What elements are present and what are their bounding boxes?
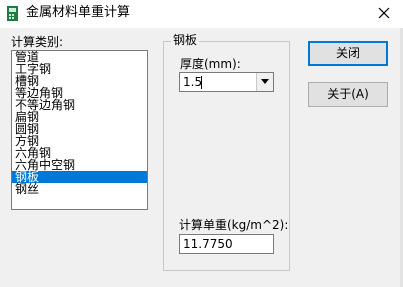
app-icon [7,6,18,21]
thickness-combobox[interactable]: 1.5 [179,72,274,92]
group-title: 钢板 [171,33,200,47]
title-bar: 金属材料单重计算 [0,0,403,28]
unit-weight-label: 计算单重(kg/m^2): [179,218,289,232]
unit-weight-field[interactable]: 11.7750 [179,234,274,254]
close-button[interactable]: 关闭 [308,41,388,66]
thickness-label: 厚度(mm): [180,57,241,71]
list-item[interactable]: 钢丝 [12,183,147,195]
window-title: 金属材料单重计算 [26,5,131,20]
dropdown-button[interactable] [256,73,273,91]
unit-weight-value: 11.7750 [183,237,233,251]
category-label: 计算类别: [11,35,64,49]
text-caret [201,76,202,89]
about-button[interactable]: 关于(A) [308,82,388,107]
category-list[interactable]: 管道 工字钢 槽钢 等边角钢 不等边角钢 扁钢 圆钢 方钢 六角钢 六角中空钢 … [11,50,148,210]
chevron-down-icon [261,79,269,84]
close-icon[interactable] [375,4,393,22]
thickness-value[interactable]: 1.5 [183,75,202,89]
